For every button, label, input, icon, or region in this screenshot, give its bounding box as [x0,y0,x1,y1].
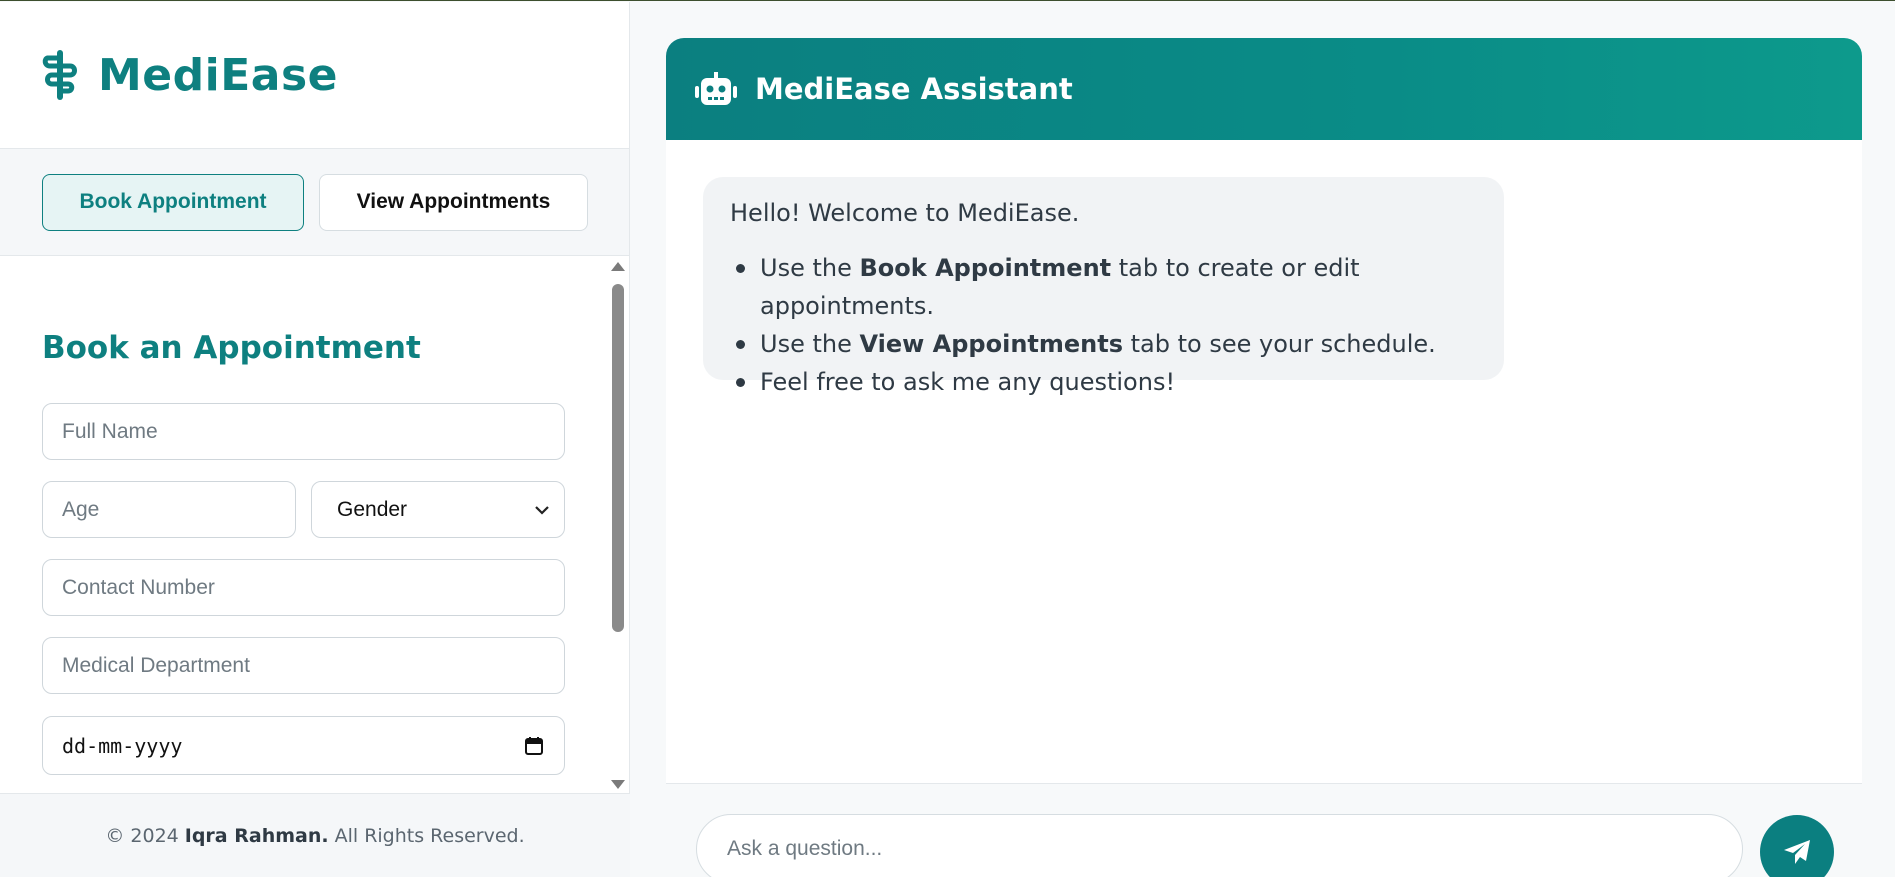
medical-department-input[interactable]: Medical Department [42,637,565,694]
list-item: Use the View Appointments tab to see you… [730,325,1477,363]
footer-suffix: All Rights Reserved. [334,825,525,847]
date-placeholder: dd-mm-yyyy [62,733,183,758]
list-item: Use the Book Appointment tab to create o… [730,249,1477,325]
assistant-message: Hello! Welcome to MediEase. Use the Book… [703,177,1504,396]
date-input[interactable]: dd-mm-yyyy [42,716,565,775]
caduceus-icon [42,50,77,100]
message-greeting: Hello! Welcome to MediEase. [730,199,1080,227]
chevron-down-icon [535,505,549,515]
item-text: tab to see your schedule. [1123,330,1436,358]
item-text: Use the [760,254,860,282]
chat-input[interactable] [696,814,1743,877]
age-input[interactable]: Age [42,481,296,538]
brand-header: MediEase [0,2,629,149]
tab-book-appointment[interactable]: Book Appointment [42,173,304,231]
send-button[interactable] [1760,815,1834,877]
list-item: Feel free to ask me any questions! [730,363,1477,401]
chat-header: MediEase Assistant [666,38,1862,140]
chat-messages: Hello! Welcome to MediEase. Use the Book… [666,140,1862,783]
full-name-input[interactable]: Full Name [42,403,565,460]
item-bold-text: View Appointments [859,330,1124,358]
message-list: Use the Book Appointment tab to create o… [730,249,1477,401]
chat-title: MediEase Assistant [755,72,1073,106]
form-scrollbar[interactable] [607,258,629,793]
full-name-placeholder: Full Name [62,419,158,443]
tab-bar: Book Appointment View Appointments [0,149,629,256]
scroll-up-arrow-icon[interactable] [611,262,625,271]
calendar-icon[interactable] [524,736,544,756]
contact-number-input[interactable]: Contact Number [42,559,565,616]
scroll-down-arrow-icon[interactable] [611,780,625,789]
tab-view-appointments[interactable]: View Appointments [319,173,588,231]
footer-prefix: © 2024 [105,825,179,847]
age-placeholder: Age [62,497,100,521]
brand-name: MediEase [98,49,338,101]
robot-icon [695,72,737,105]
item-bold-text: Book Appointment [859,254,1112,282]
form-title: Book an Appointment [42,330,421,366]
paper-plane-icon [1784,840,1810,864]
scroll-thumb[interactable] [612,284,624,632]
contact-placeholder: Contact Number [62,575,215,599]
chat-panel: MediEase Assistant Hello! Welcome to Med… [666,38,1862,877]
footer: © 2024 Iqra Rahman. All Rights Reserved. [0,793,630,877]
department-placeholder: Medical Department [62,653,250,677]
gender-select[interactable]: Gender [311,481,565,538]
gender-selected-value: Gender [337,497,408,521]
sidebar-panel: MediEase Book Appointment View Appointme… [0,2,630,877]
item-text: Feel free to ask me any questions! [760,368,1176,396]
chat-input-row [666,783,1862,877]
footer-author: Iqra Rahman. [184,825,329,847]
item-text: Use the [760,330,860,358]
appointment-form: Book an Appointment Full Name Age Gender… [0,258,630,793]
